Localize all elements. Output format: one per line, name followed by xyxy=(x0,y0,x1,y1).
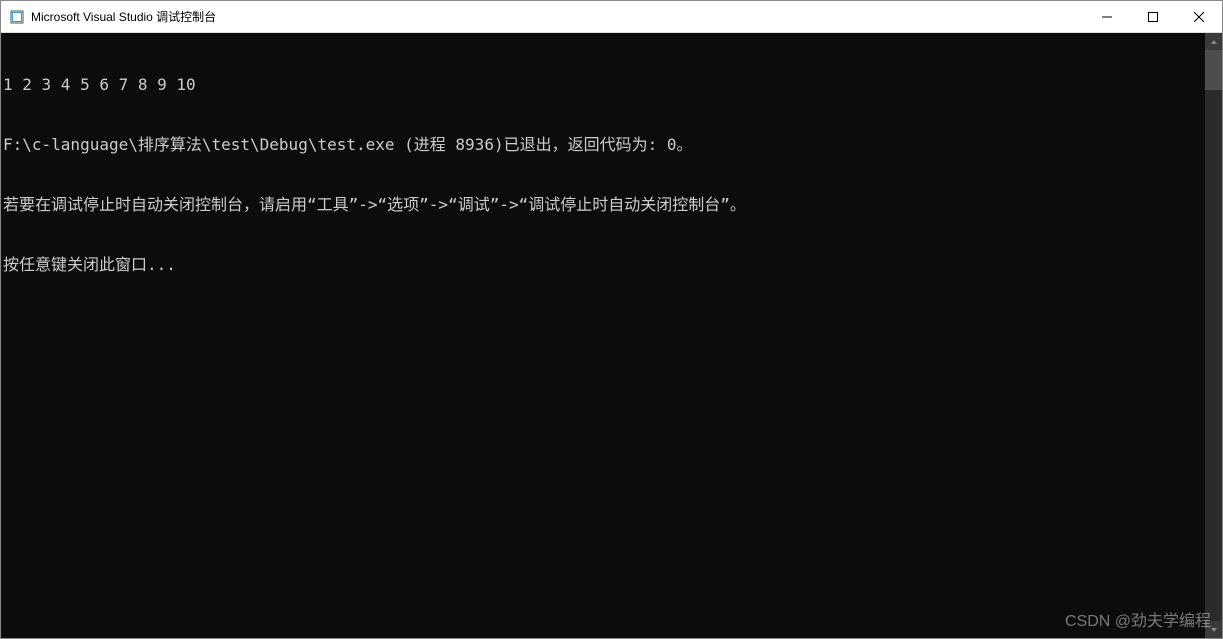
window-controls xyxy=(1084,1,1222,32)
window-title: Microsoft Visual Studio 调试控制台 xyxy=(31,8,1084,25)
scroll-thumb[interactable] xyxy=(1205,50,1222,90)
maximize-button[interactable] xyxy=(1130,1,1176,32)
minimize-button[interactable] xyxy=(1084,1,1130,32)
console-line: 若要在调试停止时自动关闭控制台，请启用“工具”->“选项”->“调试”->“调试… xyxy=(3,195,1205,215)
console-line: F:\c-language\排序算法\test\Debug\test.exe (… xyxy=(3,135,1205,155)
console-body: 1 2 3 4 5 6 7 8 9 10 F:\c-language\排序算法\… xyxy=(1,33,1222,638)
console-window: Microsoft Visual Studio 调试控制台 1 2 3 4 5 … xyxy=(0,0,1223,639)
close-button[interactable] xyxy=(1176,1,1222,32)
console-line: 按任意键关闭此窗口... xyxy=(3,255,1205,275)
console-line: 1 2 3 4 5 6 7 8 9 10 xyxy=(3,75,1205,95)
vertical-scrollbar[interactable] xyxy=(1205,33,1222,638)
scroll-down-button[interactable] xyxy=(1205,621,1222,638)
console-output[interactable]: 1 2 3 4 5 6 7 8 9 10 F:\c-language\排序算法\… xyxy=(1,33,1205,638)
app-icon xyxy=(9,9,25,25)
scroll-up-button[interactable] xyxy=(1205,33,1222,50)
titlebar[interactable]: Microsoft Visual Studio 调试控制台 xyxy=(1,1,1222,33)
